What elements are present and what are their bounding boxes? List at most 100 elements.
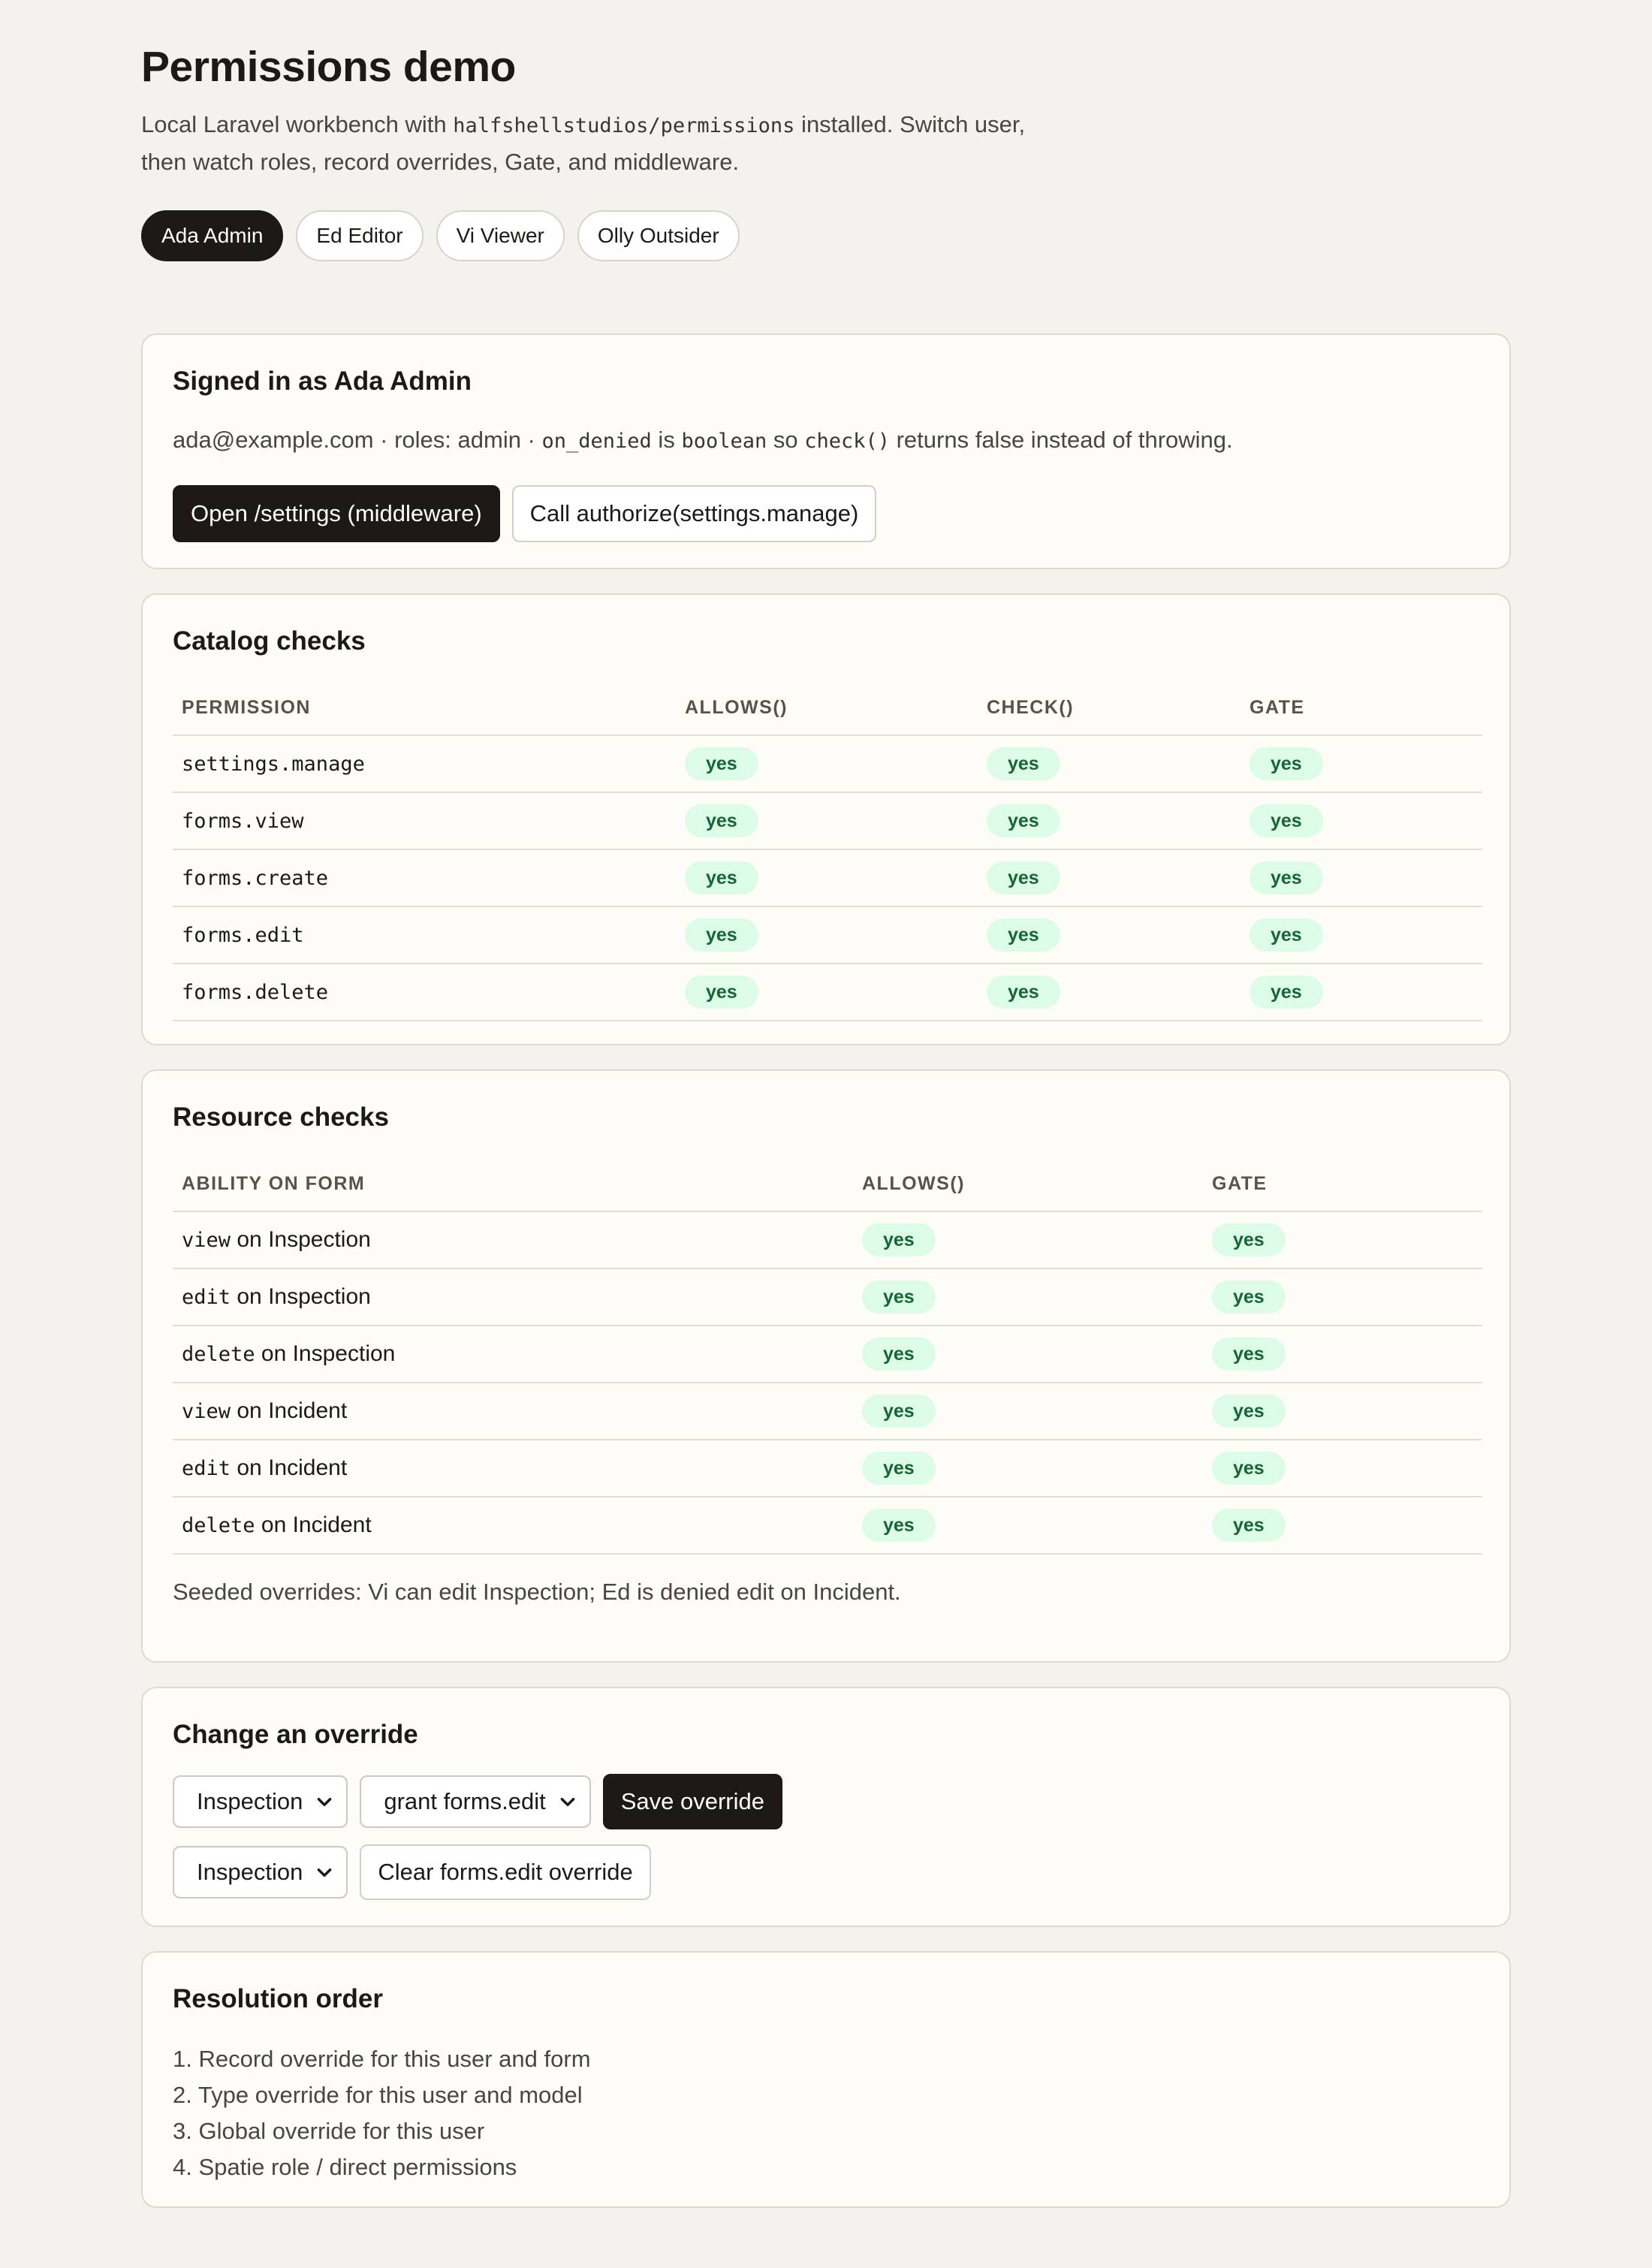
table-header: PERMISSION ALLOWS() CHECK() GATE xyxy=(173,677,1482,736)
list-item: 4. Spatie role / direct permissions xyxy=(173,2154,517,2180)
form-name: Incident xyxy=(268,1455,348,1480)
status-badge: yes xyxy=(987,918,1060,952)
resource-checks-card: Resource checks ABILITY ON FORM ALLOWS()… xyxy=(141,1069,1511,1663)
status-badge: yes xyxy=(862,1452,936,1485)
form-select-value: Inspection xyxy=(197,1859,303,1885)
signed-in-card: Signed in as Ada Admin ada@example.com ·… xyxy=(141,333,1511,569)
allows-cell: yes xyxy=(862,1497,936,1553)
status-badge: yes xyxy=(1212,1452,1286,1485)
on-text: on xyxy=(231,1398,269,1423)
user-pill-olly-outsider[interactable]: Olly Outsider xyxy=(577,210,740,261)
user-switcher: Ada Admin Ed Editor Vi Viewer Olly Outsi… xyxy=(141,210,740,261)
check-cell: yes xyxy=(987,793,1060,849)
status-badge: yes xyxy=(862,1338,936,1371)
status-badge: yes xyxy=(1212,1509,1286,1542)
table-row: forms.edit yes yes yes xyxy=(173,907,1482,964)
permission-name: forms.view xyxy=(182,809,304,833)
resolution-order-card: Resolution order 1. Record override for … xyxy=(141,1951,1511,2208)
permission-cell: forms.delete xyxy=(182,964,328,1020)
text: is xyxy=(651,427,682,453)
column-header: GATE xyxy=(1250,697,1305,718)
allows-cell: yes xyxy=(862,1440,936,1496)
status-badge: yes xyxy=(862,1223,936,1256)
permission-cell: forms.view xyxy=(182,793,304,849)
permission-cell: forms.edit xyxy=(182,907,304,963)
config-key: on_denied xyxy=(541,430,652,453)
form-select-2[interactable]: Inspection xyxy=(173,1846,348,1899)
user-pill-vi-viewer[interactable]: Vi Viewer xyxy=(436,210,565,261)
table-row: view on Incident yes yes xyxy=(173,1383,1482,1440)
list-item: 2. Type override for this user and model xyxy=(173,2082,583,2108)
status-badge: yes xyxy=(1250,747,1323,780)
status-badge: yes xyxy=(1212,1223,1286,1256)
check-cell: yes xyxy=(987,964,1060,1020)
user-pill-ada-admin[interactable]: Ada Admin xyxy=(141,210,284,261)
status-badge: yes xyxy=(685,747,758,780)
allows-cell: yes xyxy=(685,736,758,792)
gate-cell: yes xyxy=(1212,1326,1286,1382)
chevron-down-icon xyxy=(318,1798,332,1807)
call-authorize-button[interactable]: Call authorize(settings.manage) xyxy=(511,485,877,542)
on-text: on xyxy=(231,1284,269,1309)
chevron-down-icon xyxy=(318,1868,332,1877)
status-badge: yes xyxy=(1250,804,1323,837)
allows-cell: yes xyxy=(685,793,758,849)
status-badge: yes xyxy=(1250,976,1323,1009)
form-select[interactable]: Inspection xyxy=(173,1775,348,1828)
intro-part: installed. Switch user, xyxy=(794,111,1026,137)
table-row: forms.create yes yes yes xyxy=(173,850,1482,907)
table-row: settings.manage yes yes yes xyxy=(173,736,1482,793)
intro-line-2: then watch roles, record overrides, Gate… xyxy=(141,149,740,175)
save-override-button[interactable]: Save override xyxy=(602,1774,782,1829)
allows-cell: yes xyxy=(685,850,758,906)
check-cell: yes xyxy=(987,736,1060,792)
gate-cell: yes xyxy=(1250,964,1323,1020)
form-name: Inspection xyxy=(292,1341,396,1366)
table-row: delete on Incident yes yes xyxy=(173,1497,1482,1555)
allows-cell: yes xyxy=(862,1326,936,1382)
gate-cell: yes xyxy=(1212,1269,1286,1325)
list-item: 3. Global override for this user xyxy=(173,2118,485,2144)
override-form: Inspection grant forms.edit Save overrid… xyxy=(173,1774,782,1829)
table-row: delete on Inspection yes yes xyxy=(173,1326,1482,1383)
seeded-overrides-note: Seeded overrides: Vi can edit Inspection… xyxy=(173,1579,901,1605)
intro-text: Local Laravel workbench with halfshellst… xyxy=(141,107,1117,180)
allows-cell: yes xyxy=(862,1212,936,1268)
on-text: on xyxy=(231,1455,269,1480)
status-badge: yes xyxy=(862,1280,936,1313)
ability-cell: edit on Incident xyxy=(182,1440,347,1496)
table-row: forms.delete yes yes yes xyxy=(173,964,1482,1021)
status-badge: yes xyxy=(987,861,1060,894)
chevron-down-icon xyxy=(560,1798,575,1807)
clear-override-form: Inspection Clear forms.edit override xyxy=(173,1844,651,1900)
ability-name: delete xyxy=(182,1342,255,1366)
text: so xyxy=(767,427,805,453)
signed-in-title: Signed in as Ada Admin xyxy=(173,366,472,396)
method-name: check() xyxy=(804,430,890,453)
status-badge: yes xyxy=(1212,1280,1286,1313)
email-roles: ada@example.com · roles: admin · xyxy=(173,427,542,453)
signed-in-details: ada@example.com · roles: admin · on_deni… xyxy=(173,427,1233,454)
package-name: halfshellstudios/permissions xyxy=(453,114,795,137)
status-badge: yes xyxy=(1250,861,1323,894)
column-header: GATE xyxy=(1212,1173,1268,1194)
status-badge: yes xyxy=(862,1509,936,1542)
column-header: ALLOWS() xyxy=(862,1173,965,1194)
resource-title: Resource checks xyxy=(173,1102,389,1132)
user-pill-ed-editor[interactable]: Ed Editor xyxy=(296,210,424,261)
action-select[interactable]: grant forms.edit xyxy=(360,1775,591,1828)
ability-cell: delete on Inspection xyxy=(182,1326,395,1382)
status-badge: yes xyxy=(1250,918,1323,952)
gate-cell: yes xyxy=(1250,793,1323,849)
on-text: on xyxy=(231,1227,269,1252)
status-badge: yes xyxy=(685,804,758,837)
config-value: boolean xyxy=(681,430,767,453)
open-settings-button[interactable]: Open /settings (middleware) xyxy=(173,485,500,542)
catalog-table: PERMISSION ALLOWS() CHECK() GATE setting… xyxy=(173,677,1482,1021)
intro-part: Local Laravel workbench with xyxy=(141,111,454,137)
clear-override-button[interactable]: Clear forms.edit override xyxy=(360,1844,651,1900)
action-select-value: grant forms.edit xyxy=(384,1788,546,1814)
ability-cell: edit on Inspection xyxy=(182,1269,371,1325)
status-badge: yes xyxy=(987,976,1060,1009)
form-select-value: Inspection xyxy=(197,1788,303,1814)
